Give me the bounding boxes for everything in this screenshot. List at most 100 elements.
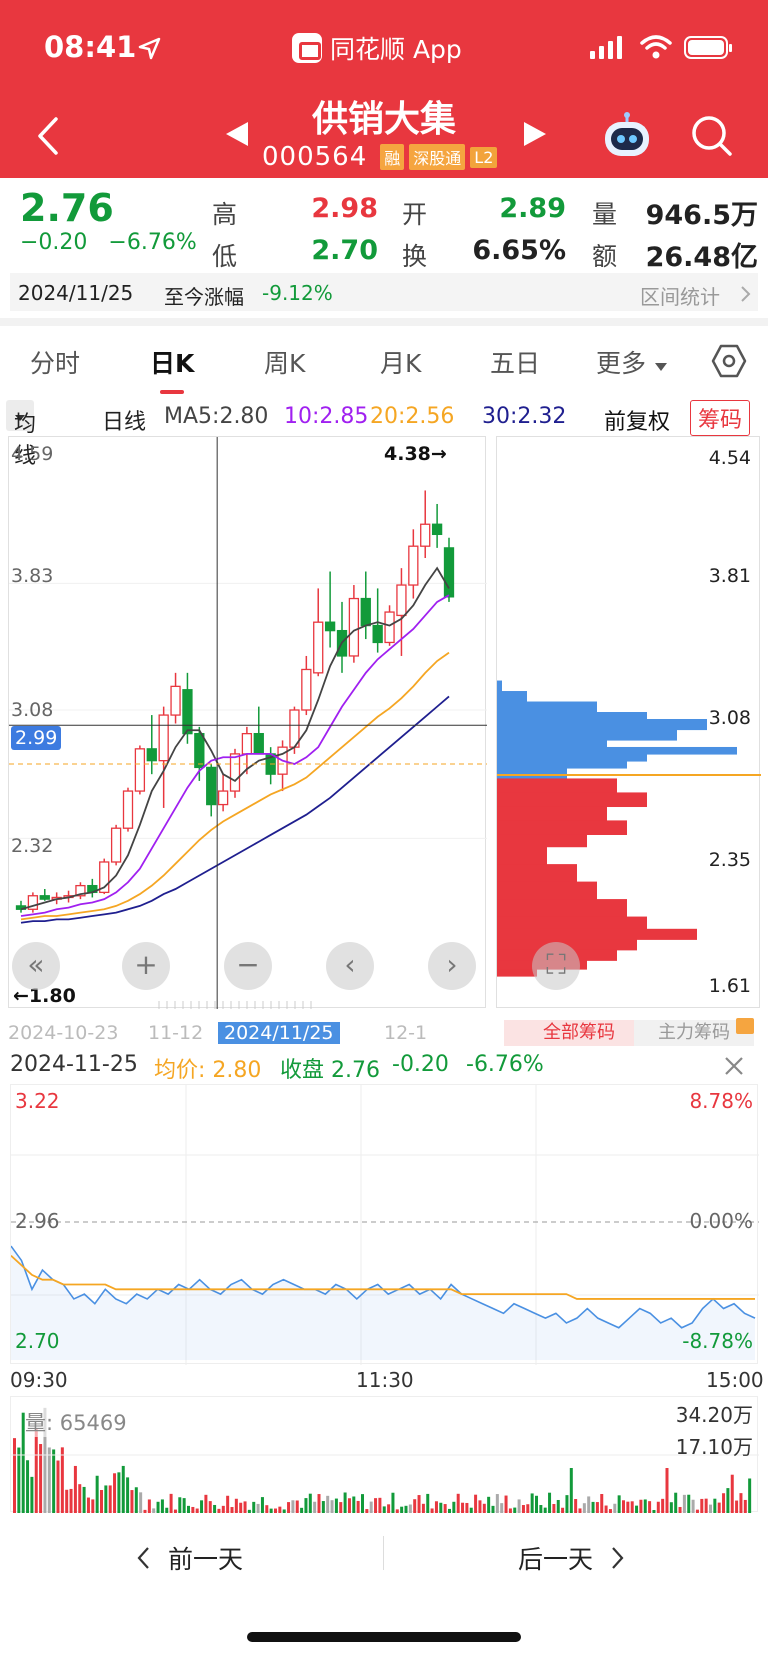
- section-divider: [0, 318, 768, 326]
- caret-down-icon: [654, 363, 667, 371]
- intraday-price-mid: 2.96: [15, 1209, 60, 1233]
- volume-bar: [739, 1493, 743, 1513]
- volume-bar: [234, 1498, 238, 1513]
- search-icon[interactable]: [690, 114, 734, 158]
- volume-bar: [247, 1509, 251, 1513]
- volume-bar: [535, 1495, 538, 1513]
- candle-body: [324, 621, 336, 632]
- volume-bar: [443, 1504, 447, 1513]
- volume-bar: [591, 1501, 595, 1513]
- volume-bar: [226, 1495, 230, 1513]
- volume-bar: [260, 1497, 264, 1513]
- tab-weekly-k[interactable]: 周K: [264, 344, 305, 380]
- volume-chart[interactable]: 量: 65469 34.20万 17.10万: [10, 1396, 759, 1513]
- chip-y-label-4: 2.35: [708, 849, 751, 871]
- detail-close: 收盘 2.76: [280, 1058, 380, 1083]
- volume-label: 量: [592, 200, 618, 229]
- candle-body: [372, 624, 383, 644]
- volume-bar: [695, 1509, 699, 1513]
- chevron-left-icon: [137, 1547, 149, 1569]
- scroll-right-button[interactable]: ›: [428, 942, 476, 990]
- volume-bar: [317, 1494, 321, 1513]
- volume-bar: [369, 1501, 373, 1513]
- crosshair-price-tag: 2.99: [11, 726, 62, 750]
- volume-bar: [487, 1496, 491, 1513]
- candle-body: [146, 748, 157, 762]
- tab-five-day[interactable]: 五日: [490, 344, 540, 380]
- open-value: 2.89: [499, 193, 566, 224]
- volume-bar: [108, 1485, 112, 1513]
- intraday-chart[interactable]: 3.22 2.96 2.70 8.78% 0.00% -8.78%: [10, 1084, 759, 1365]
- volume-bar: [539, 1505, 543, 1513]
- volume-bar: [239, 1502, 243, 1513]
- chip-bar: [497, 691, 527, 703]
- candle-body: [158, 714, 169, 762]
- volume-bar: [173, 1509, 177, 1513]
- interval-stats-button[interactable]: 区间统计: [640, 281, 720, 310]
- chip-bar: [497, 881, 597, 900]
- volume-bar: [304, 1498, 308, 1513]
- volume-bar: [52, 1449, 56, 1513]
- volume-bar: [439, 1502, 443, 1513]
- volume-bar: [252, 1501, 256, 1513]
- zoom-out-button[interactable]: −: [224, 942, 272, 990]
- y-label-3: 3.08: [11, 699, 54, 721]
- candle-body: [39, 895, 50, 900]
- volume-bar: [291, 1500, 295, 1513]
- next-stock-icon[interactable]: [522, 120, 548, 148]
- volume-bar: [387, 1504, 391, 1513]
- volume-bar: [465, 1502, 469, 1513]
- chip-distribution-chart[interactable]: 4.54 3.81 3.08 2.35 1.61: [496, 436, 761, 1008]
- tab-daily-k[interactable]: 日K: [150, 344, 194, 380]
- ma-selector[interactable]: 均线: [6, 400, 36, 469]
- tab-more[interactable]: 更多: [596, 344, 668, 380]
- close-icon[interactable]: [722, 1054, 746, 1078]
- volume-bar: [169, 1493, 173, 1513]
- volume-bar: [413, 1499, 417, 1513]
- y-label-1: 4.59: [11, 443, 54, 465]
- volume-bar: [482, 1503, 486, 1513]
- kline-chart[interactable]: 4.59 3.83 3.08 2.32 2.99 4.38→ ←1.80: [8, 436, 487, 1009]
- ma20-value: 20:2.56: [370, 404, 455, 429]
- tab-timeshare[interactable]: 分时: [30, 344, 80, 380]
- settings-hexagon-icon[interactable]: [710, 342, 748, 380]
- volume-bar: [330, 1500, 334, 1513]
- prev-day-button[interactable]: 前一天: [136, 1540, 243, 1576]
- scroll-left-fast-button[interactable]: «: [12, 942, 60, 990]
- fullscreen-button[interactable]: ⛶: [532, 942, 580, 990]
- volume-bar: [743, 1499, 747, 1513]
- chips-toggle-button[interactable]: 筹码: [690, 400, 751, 436]
- candle-body: [122, 790, 134, 829]
- time-label-open: 09:30: [10, 1368, 68, 1392]
- tab-monthly-k[interactable]: 月K: [380, 344, 421, 380]
- battery-icon: [684, 36, 732, 59]
- volume-bar: [639, 1499, 643, 1513]
- volume-bar: [395, 1509, 399, 1513]
- scroll-left-button[interactable]: ‹: [326, 942, 374, 990]
- all-chips-button[interactable]: 全部筹码: [504, 1020, 654, 1046]
- volume-bar: [548, 1492, 552, 1513]
- zoom-in-button[interactable]: +: [122, 942, 170, 990]
- app-header: 08:41 同花顺 App 供销大集 000564 融 深股通 L2: [0, 0, 768, 178]
- adjust-mode[interactable]: 前复权: [604, 404, 670, 436]
- volume-bar: [191, 1506, 195, 1513]
- volume-bar: [635, 1505, 639, 1513]
- volume-bar: [365, 1509, 369, 1513]
- ma-indicator-bar: 均线 日线 MA5:2.80 10:2.85 20:2.56 30:2.32 前…: [0, 398, 768, 469]
- next-day-button[interactable]: 后一天: [518, 1540, 625, 1576]
- volume-bar: [278, 1506, 282, 1513]
- chip-y-label-1: 4.54: [708, 447, 751, 469]
- chip-bar: [497, 739, 607, 748]
- turnover-value: 6.65%: [472, 235, 566, 266]
- price-area: [11, 1246, 755, 1360]
- candle-body: [360, 597, 371, 627]
- volume-bar: [735, 1500, 739, 1513]
- volume-bar: [82, 1486, 86, 1513]
- volume-bar: [495, 1494, 499, 1513]
- volume-bar: [121, 1465, 125, 1513]
- volume-bar: [269, 1508, 273, 1513]
- volume-bar: [287, 1502, 291, 1513]
- chip-bar: [497, 712, 647, 720]
- volume-bar: [456, 1493, 460, 1513]
- robot-assistant-icon[interactable]: [602, 112, 652, 160]
